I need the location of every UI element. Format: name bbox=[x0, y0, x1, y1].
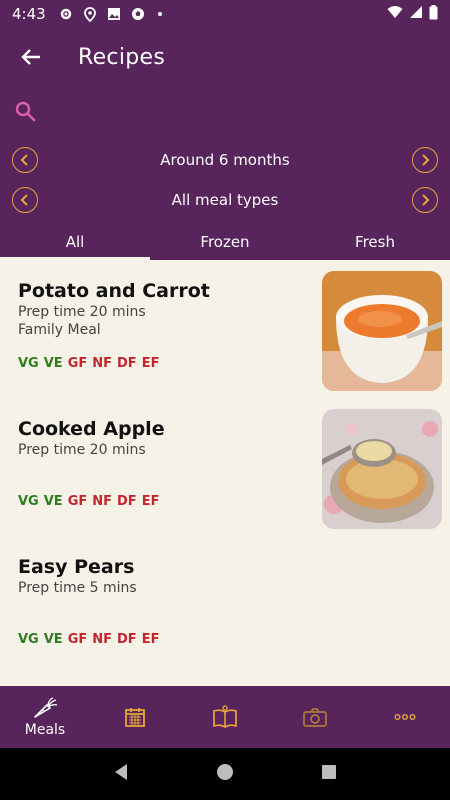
recipe-meal-type: Family Meal bbox=[18, 322, 101, 338]
recipe-list: Potato and Carrot Prep time 20 mins Fami… bbox=[0, 260, 450, 686]
age-filter: Around 6 months bbox=[0, 145, 450, 175]
tab-frozen[interactable]: Frozen bbox=[150, 224, 300, 260]
status-bar: 4:43 bbox=[0, 0, 450, 28]
nav-book[interactable] bbox=[180, 686, 270, 748]
back-button[interactable] bbox=[14, 40, 48, 74]
search-button[interactable] bbox=[14, 100, 38, 124]
calendar-icon bbox=[125, 708, 145, 727]
recipe-thumbnail bbox=[322, 409, 442, 529]
age-next-button[interactable] bbox=[412, 147, 438, 173]
app-bar: Recipes Around 6 months All meal types A… bbox=[0, 28, 450, 260]
meal-type-filter-label: All meal types bbox=[171, 191, 279, 209]
tab-label: Fresh bbox=[355, 233, 395, 251]
wifi-icon bbox=[387, 5, 403, 23]
diet-tag: GF bbox=[67, 494, 88, 509]
diet-tag: VE bbox=[43, 494, 63, 509]
page-title: Recipes bbox=[78, 44, 166, 70]
diet-tags: VG VE GF NF DF EF bbox=[18, 632, 159, 647]
meal-type-prev-button[interactable] bbox=[12, 187, 38, 213]
diet-tag: VG bbox=[18, 356, 39, 371]
diet-tags: VG VE GF NF DF EF bbox=[18, 356, 159, 371]
carrot-icon bbox=[34, 697, 58, 718]
square-recents-icon bbox=[321, 765, 336, 779]
nav-more[interactable] bbox=[360, 686, 450, 748]
recipe-prep-time: Prep time 5 mins bbox=[18, 580, 137, 596]
arrow-left-icon bbox=[21, 49, 40, 65]
recipe-name: Cooked Apple bbox=[18, 418, 165, 440]
diet-tag: DF bbox=[117, 356, 137, 371]
diet-tag: VE bbox=[43, 632, 63, 647]
home-circle-icon bbox=[216, 764, 233, 780]
camera-icon bbox=[303, 708, 327, 727]
meal-type-next-button[interactable] bbox=[412, 187, 438, 213]
bottom-nav: Meals bbox=[0, 686, 450, 748]
nav-camera[interactable] bbox=[270, 686, 360, 748]
battery-icon bbox=[429, 4, 438, 24]
nav-meals-label: Meals bbox=[24, 722, 66, 738]
system-nav-bar bbox=[0, 748, 450, 800]
tab-bar: All Frozen Fresh bbox=[0, 224, 450, 260]
recipe-item[interactable]: Easy Pears Prep time 5 mins VG VE GF NF … bbox=[0, 536, 450, 666]
diet-tag: GF bbox=[67, 632, 88, 647]
age-prev-button[interactable] bbox=[12, 147, 38, 173]
back-nav-button[interactable] bbox=[113, 763, 129, 785]
search-row bbox=[0, 98, 450, 128]
tab-label: All bbox=[65, 233, 85, 251]
diet-tag: GF bbox=[67, 356, 88, 371]
recents-nav-button[interactable] bbox=[321, 764, 337, 784]
nav-calendar[interactable] bbox=[90, 686, 180, 748]
recipe-item[interactable]: Potato and Carrot Prep time 20 mins Fami… bbox=[0, 260, 450, 391]
diet-tag: VG bbox=[18, 494, 39, 509]
search-icon bbox=[15, 101, 36, 122]
status-time: 4:43 bbox=[12, 5, 46, 23]
chevron-right-icon bbox=[422, 194, 430, 206]
triangle-back-icon bbox=[115, 764, 128, 780]
chevron-left-icon bbox=[20, 154, 28, 166]
home-nav-button[interactable] bbox=[216, 763, 234, 785]
diet-tag: DF bbox=[117, 632, 137, 647]
age-filter-label: Around 6 months bbox=[160, 151, 290, 169]
recipe-name: Easy Pears bbox=[18, 556, 135, 578]
chevron-left-icon bbox=[20, 194, 28, 206]
diet-tag: EF bbox=[141, 494, 160, 509]
book-icon bbox=[213, 705, 237, 728]
photo-status-icon bbox=[106, 6, 122, 22]
settings-status-icon bbox=[58, 6, 74, 22]
signal-icon bbox=[409, 5, 423, 23]
meal-type-filter: All meal types bbox=[0, 185, 450, 215]
diet-tags: VG VE GF NF DF EF bbox=[18, 494, 159, 509]
tab-fresh[interactable]: Fresh bbox=[300, 224, 450, 260]
diet-tag: NF bbox=[92, 494, 113, 509]
title-row: Recipes bbox=[0, 28, 450, 86]
diet-tag: NF bbox=[92, 632, 113, 647]
notification-dot bbox=[157, 12, 162, 16]
diet-tag: EF bbox=[141, 356, 160, 371]
location-status-icon bbox=[82, 6, 98, 22]
chevron-right-icon bbox=[422, 154, 430, 166]
recipe-prep-time: Prep time 20 mins bbox=[18, 442, 146, 458]
recipe-name: Potato and Carrot bbox=[18, 280, 210, 302]
recipe-thumbnail bbox=[322, 271, 442, 391]
recipe-item[interactable]: Cooked Apple Prep time 20 mins VG VE GF … bbox=[0, 398, 450, 529]
diet-tag: EF bbox=[141, 632, 160, 647]
diet-tag: VG bbox=[18, 632, 39, 647]
tab-all[interactable]: All bbox=[0, 224, 150, 260]
nav-meals[interactable]: Meals bbox=[0, 686, 90, 748]
tab-label: Frozen bbox=[200, 233, 250, 251]
soccer-status-icon bbox=[130, 6, 146, 22]
diet-tag: VE bbox=[43, 356, 63, 371]
recipe-prep-time: Prep time 20 mins bbox=[18, 304, 146, 320]
more-icon bbox=[394, 714, 416, 720]
diet-tag: DF bbox=[117, 494, 137, 509]
diet-tag: NF bbox=[92, 356, 113, 371]
